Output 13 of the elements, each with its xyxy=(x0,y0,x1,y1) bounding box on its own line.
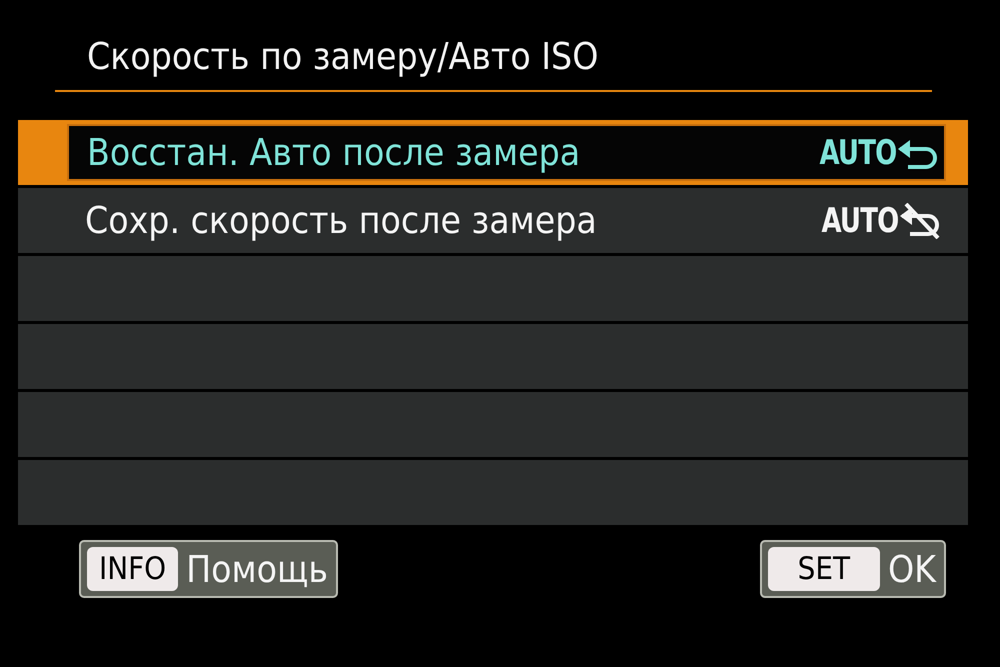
key-label: SET xyxy=(768,547,880,591)
menu-option[interactable]: Восстан. Авто после замера AUTO xyxy=(67,124,946,181)
help-button[interactable]: INFO Помощь xyxy=(79,540,338,598)
screen-title: Скорость по замеру/Авто ISO xyxy=(55,26,932,92)
crossed-return-arrow-icon xyxy=(900,202,942,238)
key-label: INFO xyxy=(87,547,178,591)
ok-button[interactable]: SET OK xyxy=(760,540,946,598)
option-label: Сохр. скорость после замера xyxy=(85,199,598,242)
button-label: OK xyxy=(888,548,936,590)
auto-label: AUTO xyxy=(821,200,898,240)
button-label: Помощь xyxy=(186,548,328,590)
auto-label: AUTO xyxy=(819,132,896,172)
option-label: Восстан. Авто после замера xyxy=(87,131,582,174)
